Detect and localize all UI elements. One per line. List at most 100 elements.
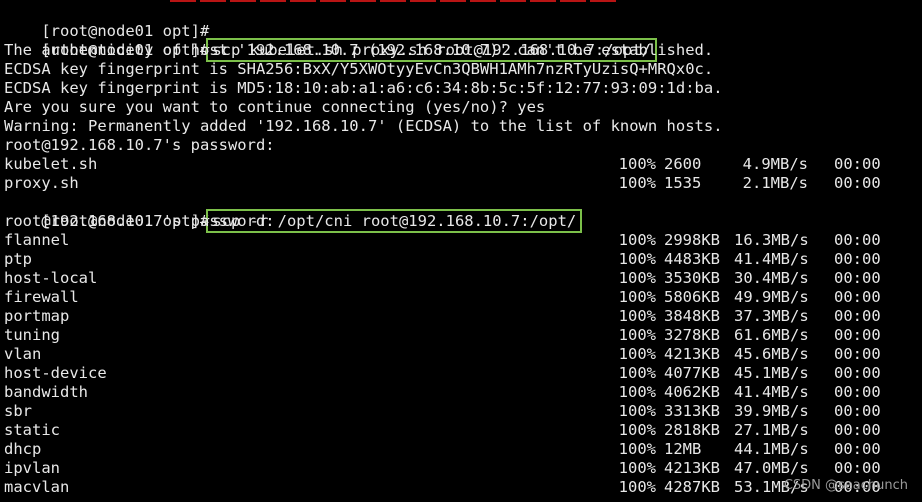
transfer-size: 4483KB xyxy=(664,250,720,268)
transfer-rate: 41.4MB/s xyxy=(734,383,809,401)
transfer-percent: 100% xyxy=(618,383,656,401)
file-name: ipvlan xyxy=(4,459,60,477)
transfer-percent: 100% xyxy=(618,269,656,287)
transfer-time: 00:00 xyxy=(834,440,881,458)
transfer-percent: 100% xyxy=(618,459,656,477)
transfer-percent: 100% xyxy=(618,231,656,249)
transfer-time: 00:00 xyxy=(834,383,881,401)
transfer-size: 3278KB xyxy=(664,326,720,344)
transfer-time: 00:00 xyxy=(834,174,881,192)
transfer-size: 4077KB xyxy=(664,364,720,382)
prompt-line: [root@node01 opt]# xyxy=(4,3,209,40)
transfer-percent: 100% xyxy=(618,288,656,306)
terminal-window[interactable]: [root@node01 opt]# [root@node01 opt]# scp… xyxy=(0,0,922,502)
transfer-time: 00:00 xyxy=(834,402,881,420)
transfer-size: 5806KB xyxy=(664,288,720,306)
transfer-percent: 100% xyxy=(618,250,656,268)
transfer-row: static 100% 2818KB 27.1MB/s 00:00 xyxy=(4,421,904,440)
file-name: ptp xyxy=(4,250,32,268)
warning-message: Warning: Permanently added '192.168.10.7… xyxy=(4,117,723,135)
transfer-size: 2818KB xyxy=(664,421,720,439)
transfer-row: macvlan 100% 4287KB 53.1MB/s 00:00 xyxy=(4,478,904,497)
transfer-percent: 100% xyxy=(618,326,656,344)
file-name: kubelet.sh xyxy=(4,155,98,173)
transfer-size: 3530KB xyxy=(664,269,720,287)
transfer-percent: 100% xyxy=(618,174,656,192)
transfer-time: 00:00 xyxy=(834,250,881,268)
file-name: host-local xyxy=(4,269,98,287)
transfer-rate: 4.9MB/s xyxy=(742,155,808,173)
transfer-rate: 61.6MB/s xyxy=(734,326,809,344)
fingerprint-md5: ECDSA key fingerprint is MD5:18:10:ab:a1… xyxy=(4,79,723,97)
transfer-row: ptp 100% 4483KB 41.4MB/s 00:00 xyxy=(4,250,904,269)
transfer-row: bandwidth 100% 4062KB 41.4MB/s 00:00 xyxy=(4,383,904,402)
transfer-size: 4213KB xyxy=(664,459,720,477)
transfer-rate: 45.6MB/s xyxy=(734,345,809,363)
transfer-row: ipvlan 100% 4213KB 47.0MB/s 00:00 xyxy=(4,459,904,478)
file-name: firewall xyxy=(4,288,79,306)
transfer-row: sbr 100% 3313KB 39.9MB/s 00:00 xyxy=(4,402,904,421)
transfer-rate: 44.1MB/s xyxy=(734,440,809,458)
confirm-prompt: Are you sure you want to continue connec… xyxy=(4,98,546,116)
transfer-rate: 16.3MB/s xyxy=(734,231,809,249)
transfer-rate: 37.3MB/s xyxy=(734,307,809,325)
transfer-row: dhcp 100% 12MB 44.1MB/s 00:00 xyxy=(4,440,904,459)
transfer-rate: 27.1MB/s xyxy=(734,421,809,439)
transfer-percent: 100% xyxy=(618,345,656,363)
transfer-row: kubelet.sh 100% 2600 4.9MB/s 00:00 xyxy=(4,155,904,174)
transfer-size: 3313KB xyxy=(664,402,720,420)
transfer-row: portmap 100% 3848KB 37.3MB/s 00:00 xyxy=(4,307,904,326)
transfer-size: 4213KB xyxy=(664,345,720,363)
transfer-time: 00:00 xyxy=(834,459,881,477)
transfer-percent: 100% xyxy=(618,478,656,496)
transfer-time: 00:00 xyxy=(834,231,881,249)
transfer-rate: 49.9MB/s xyxy=(734,288,809,306)
transfer-percent: 100% xyxy=(618,155,656,173)
transfer-percent: 100% xyxy=(618,364,656,382)
file-name: macvlan xyxy=(4,478,70,496)
command-line-1: [root@node01 opt]# scp kubelet.sh proxy.s… xyxy=(4,22,657,62)
transfer-size: 2998KB xyxy=(664,231,720,249)
transfer-time: 00:00 xyxy=(834,288,881,306)
file-name: proxy.sh xyxy=(4,174,79,192)
transfer-time: 00:00 xyxy=(834,345,881,363)
transfer-row: host-local 100% 3530KB 30.4MB/s 00:00 xyxy=(4,269,904,288)
file-name: flannel xyxy=(4,231,70,249)
file-name: vlan xyxy=(4,345,42,363)
fingerprint-sha256: ECDSA key fingerprint is SHA256:BxX/Y5XW… xyxy=(4,60,714,78)
transfer-rate: 41.4MB/s xyxy=(734,250,809,268)
password-prompt-2: root@192.168.10.7's password: xyxy=(4,212,275,230)
transfer-percent: 100% xyxy=(618,402,656,420)
transfer-percent: 100% xyxy=(618,307,656,325)
transfer-time: 00:00 xyxy=(834,364,881,382)
transfer-time: 00:00 xyxy=(834,269,881,287)
transfer-row: flannel 100% 2998KB 16.3MB/s 00:00 xyxy=(4,231,904,250)
authenticity-message: The authenticity of host '192.168.10.7 (… xyxy=(4,41,714,59)
transfer-row: proxy.sh 100% 1535 2.1MB/s 00:00 xyxy=(4,174,904,193)
transfer-rate: 2.1MB/s xyxy=(742,174,808,192)
transfer-size: 1535 xyxy=(664,174,702,192)
file-name: tuning xyxy=(4,326,60,344)
transfer-row: vlan 100% 4213KB 45.6MB/s 00:00 xyxy=(4,345,904,364)
transfer-size: 2600 xyxy=(664,155,702,173)
transfer-size: 4062KB xyxy=(664,383,720,401)
file-name: bandwidth xyxy=(4,383,88,401)
command-line-2: [root@node01 opt]# scp -r /opt/cni root@1… xyxy=(4,193,583,233)
transfer-time: 00:00 xyxy=(834,421,881,439)
transfer-row: host-device 100% 4077KB 45.1MB/s 00:00 xyxy=(4,364,904,383)
file-name: static xyxy=(4,421,60,439)
transfer-time: 00:00 xyxy=(834,307,881,325)
watermark: CSDN @seachunch xyxy=(783,478,908,493)
transfer-size: 4287KB xyxy=(664,478,720,496)
password-prompt-1: root@192.168.10.7's password: xyxy=(4,136,275,154)
file-name: host-device xyxy=(4,364,107,382)
transfer-rate: 45.1MB/s xyxy=(734,364,809,382)
file-name: dhcp xyxy=(4,440,42,458)
transfer-size: 12MB xyxy=(664,440,702,458)
red-annotation-line xyxy=(170,0,620,2)
transfer-percent: 100% xyxy=(618,421,656,439)
file-name: sbr xyxy=(4,402,32,420)
file-name: portmap xyxy=(4,307,70,325)
transfer-time: 00:00 xyxy=(834,326,881,344)
transfer-row: firewall 100% 5806KB 49.9MB/s 00:00 xyxy=(4,288,904,307)
